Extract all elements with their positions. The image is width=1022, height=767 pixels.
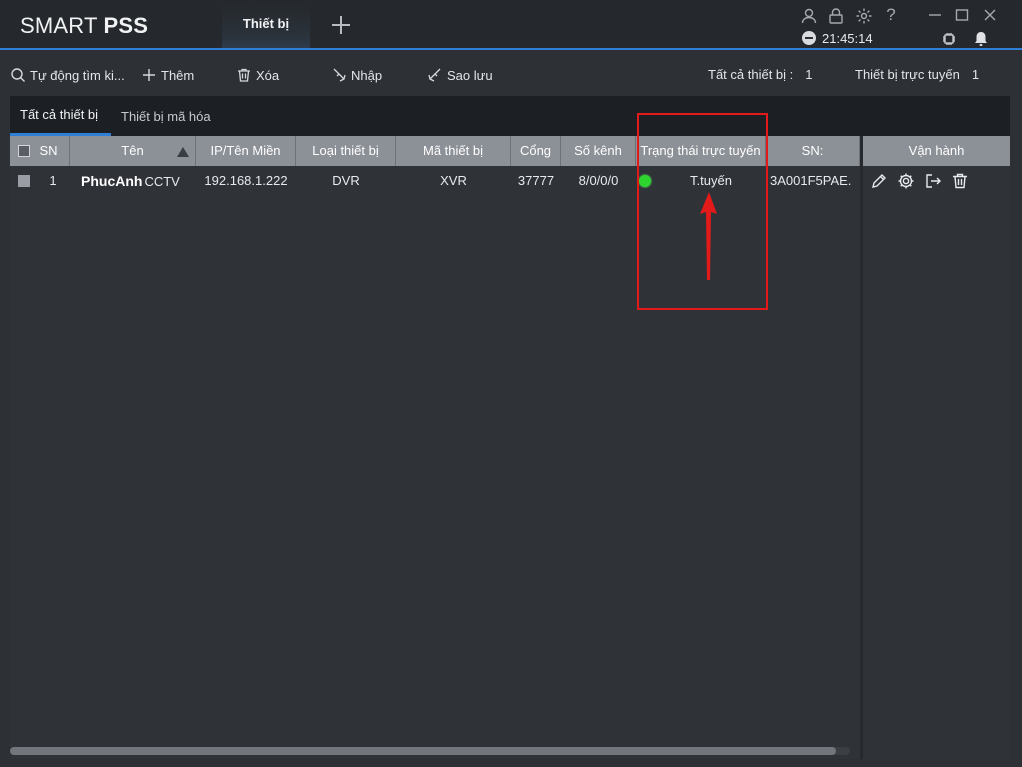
import-label: Nhập (351, 67, 383, 83)
horizontal-scrollbar[interactable] (10, 747, 850, 755)
edit-icon[interactable] (870, 172, 888, 190)
toolbar: Tự động tìm ki... Thêm Xóa Nhập Sao lưu … (0, 52, 1022, 96)
add-button[interactable]: Thêm (141, 66, 194, 84)
header-serial[interactable]: SN: (766, 136, 860, 166)
title-bar: SMART PSS Thiết bị ? 21:45:14 (0, 0, 1022, 50)
cell-port: 37777 (517, 173, 555, 188)
app-logo: SMART PSS (20, 13, 149, 38)
backup-icon (428, 68, 441, 82)
cell-ip: 192.168.1.222 (204, 173, 288, 188)
gear-icon[interactable] (855, 7, 873, 25)
device-panel: Tất cả thiết bị Thiết bị mã hóa SN Tên I… (10, 96, 1010, 759)
delete-label: Xóa (256, 67, 280, 83)
header-operations: Vận hành (860, 136, 1010, 166)
user-icon[interactable] (800, 7, 818, 25)
add-tab-icon[interactable] (328, 12, 354, 38)
header-channels[interactable]: Số kênh (561, 136, 636, 166)
import-icon (333, 68, 346, 82)
delete-button[interactable]: Xóa (236, 66, 279, 84)
clock: 21:45:14 (802, 31, 873, 46)
header-device-model[interactable]: Mã thiết bị (396, 136, 511, 166)
cell-device-type: DVR (332, 173, 360, 188)
cell-name: PhucAnh CCTV (81, 173, 180, 189)
close-icon[interactable] (981, 6, 999, 24)
scrollbar-thumb[interactable] (10, 747, 836, 755)
operations-column (860, 166, 1010, 759)
search-icon (11, 68, 25, 82)
select-all-checkbox[interactable] (18, 145, 30, 157)
trash-icon (238, 68, 250, 82)
plus-icon (143, 69, 155, 81)
lock-icon[interactable] (827, 7, 845, 25)
all-devices-stat: Tất cả thiết bị :1 (708, 67, 813, 82)
backup-label: Sao lưu (447, 67, 493, 83)
add-label: Thêm (161, 67, 195, 83)
maximize-icon[interactable] (953, 6, 971, 24)
cpu-icon[interactable] (940, 30, 958, 48)
tab-all-devices[interactable]: Tất cả thiết bị (10, 96, 111, 136)
logout-icon[interactable] (924, 172, 942, 190)
backup-button[interactable]: Sao lưu (427, 66, 493, 84)
header-name[interactable]: Tên (70, 136, 196, 166)
table-header: SN Tên IP/Tên Miền Loại thiết bị Mã thiế… (10, 136, 1010, 166)
import-button[interactable]: Nhập (331, 66, 382, 84)
header-ip[interactable]: IP/Tên Miền (196, 136, 296, 166)
auto-search-label: Tự động tìm ki... (30, 67, 125, 83)
help-icon[interactable]: ? (882, 6, 900, 24)
minimize-icon[interactable] (926, 6, 944, 24)
device-subtabs: Tất cả thiết bị Thiết bị mã hóa (10, 96, 1010, 136)
sort-asc-icon (177, 147, 189, 157)
gear-icon[interactable] (897, 172, 915, 190)
online-devices-stat: Thiết bị trực tuyến 1 (855, 67, 980, 82)
tab-encoded-devices[interactable]: Thiết bị mã hóa (121, 96, 211, 136)
cell-sn: 1 (49, 173, 57, 188)
row-checkbox[interactable] (18, 175, 30, 187)
clock-status-icon (802, 31, 816, 45)
annotation-arrow-icon (700, 192, 717, 280)
bell-icon[interactable] (972, 30, 990, 48)
cell-device-model: XVR (440, 173, 467, 188)
header-device-type[interactable]: Loại thiết bị (296, 136, 396, 166)
trash-icon[interactable] (951, 172, 969, 190)
header-port[interactable]: Cổng (511, 136, 561, 166)
cell-channels: 8/0/0/0 (578, 173, 619, 188)
tab-devices[interactable]: Thiết bị (222, 0, 310, 48)
header-sn[interactable]: SN (10, 136, 70, 166)
cell-serial: 3A001F5PAE. (770, 173, 852, 188)
auto-search-button[interactable]: Tự động tìm ki... (10, 66, 125, 84)
